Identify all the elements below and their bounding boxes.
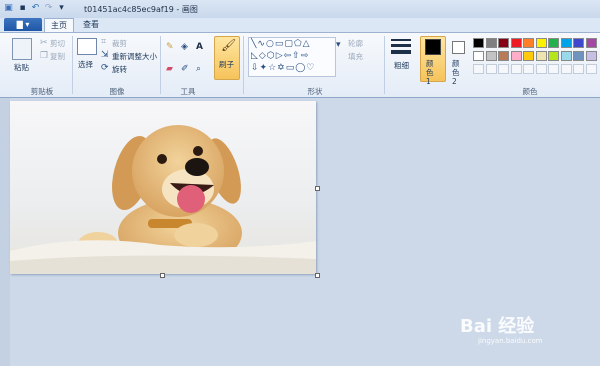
- image-group-label: 图像: [109, 87, 125, 96]
- crop-button[interactable]: 裁剪: [112, 38, 127, 49]
- separator: [72, 36, 73, 94]
- palette-swatch[interactable]: [560, 51, 572, 61]
- shapes-scroll-icon[interactable]: ▾: [336, 40, 341, 50]
- magnifier-icon[interactable]: ⌕: [196, 64, 201, 74]
- brush-icon: 🖌: [221, 38, 237, 52]
- pencil-icon[interactable]: ✎: [166, 42, 174, 52]
- palette-swatch[interactable]: [510, 51, 522, 61]
- copy-button[interactable]: 复制: [50, 51, 65, 62]
- fill-bucket-icon[interactable]: ◈: [181, 42, 188, 52]
- color2-swatch[interactable]: [452, 41, 465, 54]
- palette-swatch[interactable]: [473, 38, 484, 48]
- redo-icon[interactable]: ↷: [43, 3, 54, 14]
- rotate-icon[interactable]: ⟳: [101, 63, 109, 73]
- left-border: [0, 98, 10, 366]
- baidu-watermark-url: jingyan.baidu.com: [478, 337, 543, 345]
- palette-swatch[interactable]: [573, 51, 584, 61]
- color-palette: [473, 38, 598, 78]
- palette-swatch[interactable]: [510, 64, 522, 74]
- palette-swatch[interactable]: [535, 38, 547, 48]
- crop-icon[interactable]: ⌗: [101, 37, 106, 47]
- window-title: t01451ac4c85ec9af19 - 画图: [84, 5, 198, 14]
- shape-row-2[interactable]: ◺◇⬡▷⇦⇧⇨: [251, 51, 333, 61]
- shapes-group-label: 形状: [307, 87, 323, 96]
- palette-swatch[interactable]: [585, 64, 597, 74]
- text-icon[interactable]: A: [196, 42, 203, 52]
- outline-button[interactable]: 轮廓: [348, 38, 363, 49]
- palette-swatch[interactable]: [498, 64, 509, 74]
- palette-swatch[interactable]: [485, 38, 497, 48]
- palette-swatch[interactable]: [573, 64, 584, 74]
- palette-swatch[interactable]: [510, 38, 522, 48]
- resize-handle-bottom[interactable]: [160, 273, 165, 278]
- eraser-icon[interactable]: ▰: [166, 64, 173, 74]
- palette-swatch[interactable]: [560, 64, 572, 74]
- resize-icon[interactable]: ⇲: [101, 50, 109, 60]
- cut-icon[interactable]: ✂: [40, 38, 48, 48]
- file-menu-button[interactable]: ▇ ▾: [4, 18, 42, 31]
- size-line-thin: [391, 39, 411, 41]
- size-button[interactable]: 粗细: [394, 60, 409, 71]
- puppy-photo: [10, 101, 316, 274]
- palette-swatch[interactable]: [560, 38, 572, 48]
- palette-swatch[interactable]: [535, 51, 547, 61]
- separator: [160, 36, 161, 94]
- palette-swatch[interactable]: [523, 51, 534, 61]
- fill-button[interactable]: 填充: [348, 51, 363, 62]
- paste-icon[interactable]: [12, 38, 32, 60]
- color1-swatch: [425, 39, 441, 55]
- shapes-gallery: ╲∿○▭▢⬠△ ◺◇⬡▷⇦⇧⇨ ⇩✦☆✡▭◯♡: [248, 37, 336, 77]
- shape-row-3[interactable]: ⇩✦☆✡▭◯♡: [251, 63, 333, 73]
- palette-swatch[interactable]: [548, 38, 559, 48]
- drawing-canvas[interactable]: [10, 101, 316, 274]
- tools-group-label: 工具: [180, 87, 196, 96]
- palette-swatch[interactable]: [485, 51, 497, 61]
- clipboard-group-label: 剪贴板: [30, 87, 54, 96]
- tab-home[interactable]: 主页: [44, 18, 74, 32]
- undo-icon[interactable]: ↶: [30, 3, 41, 14]
- select-button[interactable]: 选择: [78, 59, 93, 70]
- separator: [384, 36, 385, 94]
- resize-handle-right[interactable]: [315, 186, 320, 191]
- rotate-button[interactable]: 旋转: [112, 64, 127, 75]
- color-picker-icon[interactable]: ✐: [181, 64, 189, 74]
- palette-swatch[interactable]: [498, 38, 509, 48]
- color2-label[interactable]: 颜色 2: [452, 59, 466, 86]
- palette-swatch[interactable]: [585, 38, 597, 48]
- palette-swatch[interactable]: [498, 51, 509, 61]
- shape-row-1[interactable]: ╲∿○▭▢⬠△: [251, 39, 333, 49]
- palette-swatch[interactable]: [523, 38, 534, 48]
- palette-swatch[interactable]: [573, 38, 584, 48]
- palette-swatch[interactable]: [535, 64, 547, 74]
- customize-icon[interactable]: ▾: [56, 3, 67, 14]
- palette-swatch[interactable]: [548, 51, 559, 61]
- cut-button[interactable]: 剪切: [50, 38, 65, 49]
- save-icon[interactable]: ▪: [17, 3, 28, 14]
- paste-button[interactable]: 粘贴: [14, 62, 29, 73]
- resize-button[interactable]: 重新调整大小: [112, 51, 157, 62]
- palette-swatch[interactable]: [585, 51, 597, 61]
- size-line-medium: [391, 44, 411, 47]
- palette-swatch[interactable]: [548, 64, 559, 74]
- palette-swatch[interactable]: [523, 64, 534, 74]
- brush-label: 刷子: [219, 60, 234, 69]
- separator: [243, 36, 244, 94]
- color1-label: 颜色 1: [426, 59, 434, 86]
- size-line-thick: [391, 50, 411, 54]
- paint-logo-icon: ▣: [4, 3, 13, 13]
- copy-icon[interactable]: ❐: [40, 51, 48, 61]
- palette-swatch[interactable]: [485, 64, 497, 74]
- tab-view[interactable]: 查看: [76, 18, 106, 32]
- baidu-watermark: Bai 经验: [460, 316, 535, 337]
- palette-swatch[interactable]: [473, 51, 484, 61]
- select-icon[interactable]: [77, 38, 97, 55]
- palette-swatch[interactable]: [473, 64, 484, 74]
- colors-group-label: 颜色: [522, 87, 538, 96]
- resize-handle-corner[interactable]: [315, 273, 320, 278]
